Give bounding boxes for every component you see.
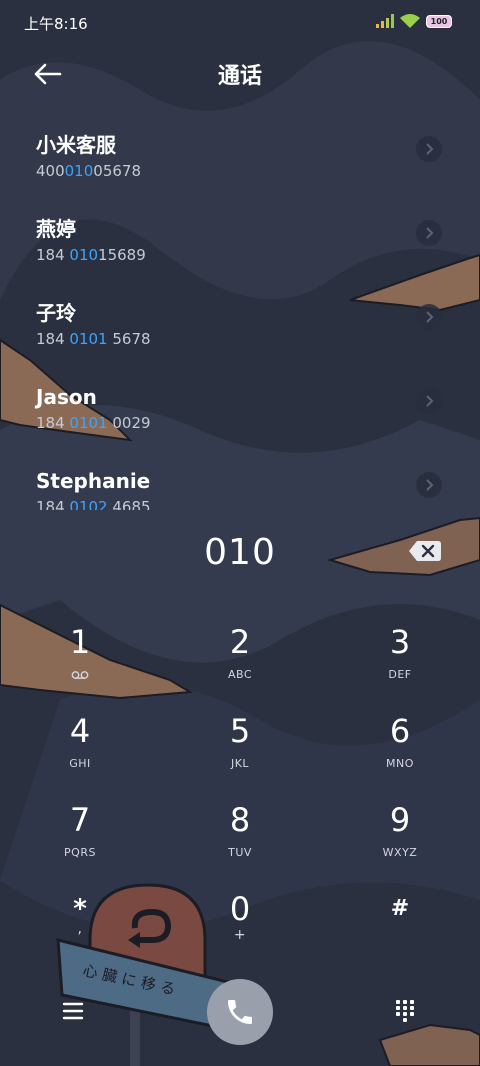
key-7[interactable]: 7 PQRS (0, 788, 160, 877)
contact-number: 184 0101 0029 (36, 412, 480, 434)
number-prefix: 184 (36, 414, 70, 432)
status-time: 上午8:16 (24, 15, 88, 33)
key-digit: 6 (389, 712, 411, 750)
contact-number: 40001005678 (36, 160, 480, 182)
contact-detail-button[interactable] (416, 472, 442, 498)
backspace-icon (409, 541, 441, 561)
key-1[interactable]: 1 (0, 610, 160, 699)
key-digit: 7 (69, 801, 91, 839)
key-letters: GHI (69, 757, 91, 770)
menu-icon (62, 1002, 84, 1020)
status-icons: 100 (376, 14, 452, 28)
key-letters: PQRS (64, 846, 96, 859)
contact-name: 燕婷 (36, 217, 76, 241)
backspace-button[interactable] (408, 540, 442, 562)
contact-number: 184 01015689 (36, 244, 480, 266)
key-letters: + (233, 927, 247, 943)
contact-name: 子玲 (36, 301, 76, 325)
menu-button[interactable] (60, 1000, 86, 1022)
number-match: 0102 (69, 498, 108, 510)
key-5[interactable]: 5 JKL (160, 699, 320, 788)
number-suffix: 15689 (98, 246, 146, 264)
contact-name: 小米客服 (36, 133, 116, 157)
contact-item[interactable]: 小米客服 40001005678 (0, 118, 480, 202)
number-match: 010 (64, 162, 94, 180)
key-digit: 3 (389, 623, 411, 661)
key-digit: 1 (69, 623, 91, 661)
contact-detail-button[interactable] (416, 304, 442, 330)
chevron-right-icon (426, 395, 434, 407)
key-letters: ABC (227, 668, 253, 681)
contact-detail-button[interactable] (416, 388, 442, 414)
contact-detail-button[interactable] (416, 136, 442, 162)
contact-item[interactable]: 子玲 184 0101 5678 (0, 286, 480, 370)
voicemail-icon (71, 671, 89, 679)
contact-item[interactable]: Jason 184 0101 0029 (0, 370, 480, 454)
key-9[interactable]: 9 WXYZ (320, 788, 480, 877)
key-letters: JKL (230, 757, 250, 770)
number-suffix: 05678 (93, 162, 141, 180)
key-hash[interactable]: # (320, 877, 480, 966)
chevron-right-icon (426, 311, 434, 323)
battery-icon: 100 (426, 14, 452, 28)
contact-item[interactable]: 燕婷 184 01015689 (0, 202, 480, 286)
key-letters: , (77, 921, 83, 937)
chevron-right-icon (426, 479, 434, 491)
key-letters: TUV (228, 846, 252, 859)
key-digit: 5 (229, 712, 251, 750)
contact-number: 184 0101 5678 (36, 328, 480, 350)
key-3[interactable]: 3 DEF (320, 610, 480, 699)
number-suffix: 5678 (107, 330, 151, 348)
number-match: 010 (69, 246, 99, 264)
chevron-right-icon (426, 227, 434, 239)
contact-detail-button[interactable] (416, 220, 442, 246)
number-match: 0101 (69, 330, 108, 348)
number-prefix: 184 (36, 246, 70, 264)
key-digit: 8 (229, 801, 251, 839)
contact-item[interactable]: Stephanie 184 0102 4685 (0, 454, 480, 510)
dial-display: 010 (0, 530, 480, 580)
dial-keypad: 1 2 ABC 3 DEF 4 GHI 5 JKL 6 MNO 7 PQRS 8… (0, 610, 480, 966)
key-digit: 4 (69, 712, 91, 750)
number-prefix: 184 (36, 330, 70, 348)
key-2[interactable]: 2 ABC (160, 610, 320, 699)
keypad-toggle-button[interactable] (394, 998, 416, 1024)
key-digit: 9 (389, 801, 411, 839)
key-star[interactable]: * , (0, 877, 160, 966)
key-8[interactable]: 8 TUV (160, 788, 320, 877)
key-digit: 0 (229, 890, 251, 928)
number-suffix: 4685 (107, 498, 151, 510)
dialpad-icon (396, 1000, 414, 1022)
key-0[interactable]: 0 + (160, 877, 320, 966)
number-prefix: 400 (36, 162, 65, 180)
key-digit: 2 (229, 623, 251, 661)
contact-number: 184 0102 4685 (36, 496, 480, 510)
contact-name: Jason (36, 385, 97, 409)
page-title: 通话 (217, 64, 262, 89)
key-letters: WXYZ (382, 846, 418, 859)
key-6[interactable]: 6 MNO (320, 699, 480, 788)
signal-icon (376, 14, 394, 28)
number-prefix: 184 (36, 498, 70, 510)
bottom-bar (0, 978, 480, 1048)
key-letters: MNO (386, 757, 414, 770)
status-bar: 上午8:16 100 (0, 0, 480, 46)
contact-name: Stephanie (36, 469, 151, 493)
contact-results-list[interactable]: 小米客服 40001005678 燕婷 184 01015689 子玲 184 … (0, 118, 480, 510)
wifi-icon (400, 14, 420, 28)
key-letters: DEF (388, 668, 412, 681)
number-match: 0101 (69, 414, 108, 432)
number-suffix: 0029 (107, 414, 151, 432)
chevron-right-icon (426, 143, 434, 155)
header: 通话 (0, 50, 480, 96)
key-4[interactable]: 4 GHI (0, 699, 160, 788)
phone-icon (228, 1000, 252, 1024)
call-button[interactable] (207, 979, 273, 1045)
key-digit: # (390, 896, 410, 921)
